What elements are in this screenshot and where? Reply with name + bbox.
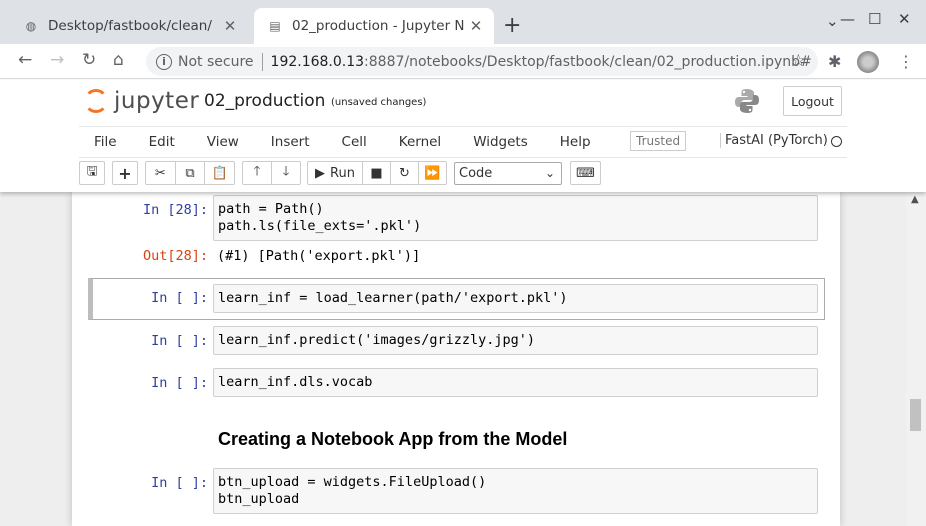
menu-cell[interactable]: Cell <box>326 134 383 150</box>
browser-tab-directory[interactable]: ◍ Desktop/fastbook/clean/ ✕ <box>10 8 248 44</box>
logout-button[interactable]: Logout <box>783 86 842 116</box>
kernel-name[interactable]: FastAI (PyTorch) <box>720 133 828 148</box>
run-label: Run <box>330 165 355 181</box>
output-prompt: Out[28]: <box>142 248 208 264</box>
play-icon: ▶ <box>315 165 326 181</box>
input-prompt: In [ ]: <box>151 475 208 491</box>
url-host: 192.168.0.13 <box>270 53 365 70</box>
code-line: path.ls(file_exts='.pkl') <box>218 218 422 234</box>
code-cell[interactable]: learn_inf.dls.vocab <box>213 368 818 397</box>
command-palette-button[interactable]: ⌨ <box>570 161 601 185</box>
tab-title: 02_production - Jupyter N <box>292 18 465 34</box>
new-tab-button[interactable]: + <box>503 13 521 38</box>
globe-icon: ◍ <box>25 19 37 33</box>
run-button[interactable]: ▶ Run <box>308 162 363 184</box>
scrollbar-thumb[interactable] <box>910 399 921 431</box>
cut-icon[interactable]: ✂ <box>146 162 176 184</box>
kernel-status-icon <box>831 136 842 147</box>
jupyter-logo[interactable]: jupyter <box>84 88 199 114</box>
cell-output: (#1) [Path('export.pkl')] <box>217 248 421 264</box>
arrow-up-icon[interactable]: 🡑 <box>243 162 272 184</box>
menu-insert[interactable]: Insert <box>255 134 326 150</box>
notebook-name[interactable]: 02_production <box>204 91 325 111</box>
chevron-down-icon: ⌄ <box>544 166 555 180</box>
jupyter-logo-icon <box>84 89 108 113</box>
paste-icon[interactable]: 📋 <box>205 162 234 184</box>
fast-forward-icon[interactable]: ⏩ <box>419 162 446 184</box>
restart-icon[interactable]: ↻ <box>391 162 419 184</box>
code-cell[interactable]: btn_upload = widgets.FileUpload() btn_up… <box>213 468 818 514</box>
markdown-heading[interactable]: Creating a Notebook App from the Model <box>218 429 567 450</box>
divider <box>261 52 263 71</box>
notebook-page: In [28]: path = Path() path.ls(file_exts… <box>72 192 840 526</box>
reload-icon[interactable]: ↻ <box>82 50 96 70</box>
cell-type-value: Code <box>459 166 493 181</box>
trusted-indicator[interactable]: Trusted <box>630 131 687 151</box>
scroll-up-icon[interactable]: ▲ <box>911 194 919 205</box>
run-control-group: ▶ Run ■ ↻ ⏩ <box>307 161 447 185</box>
back-arrow-icon[interactable]: ← <box>18 50 32 70</box>
url-path: :8887/notebooks/Desktop/fastbook/clean/0… <box>364 53 812 70</box>
keyboard-icon: ⌨ <box>576 165 595 181</box>
input-prompt: In [ ]: <box>151 290 208 306</box>
menu-edit[interactable]: Edit <box>133 134 191 150</box>
address-bar[interactable]: i Not secure 192.168.0.13 :8887/notebook… <box>146 47 818 76</box>
menu-help[interactable]: Help <box>544 134 607 150</box>
code-line: btn_upload = widgets.FileUpload() <box>218 474 487 490</box>
code-cell[interactable]: learn_inf = load_learner(path/'export.pk… <box>213 284 818 313</box>
plus-icon: + <box>118 163 132 183</box>
notebook-area: In [28]: path = Path() path.ls(file_exts… <box>0 192 906 526</box>
close-window-icon[interactable]: ✕ <box>898 10 911 28</box>
forward-arrow-icon[interactable]: → <box>50 50 64 70</box>
stop-icon[interactable]: ■ <box>363 162 391 184</box>
jupyter-wordmark: jupyter <box>114 88 200 114</box>
jupyter-header: jupyter 02_production (unsaved changes) … <box>0 80 926 192</box>
input-prompt: In [ ]: <box>151 333 208 349</box>
menu-bar: File Edit View Insert Cell Kernel Widget… <box>79 126 847 158</box>
code-line: learn_inf = load_learner(path/'export.pk… <box>218 290 568 306</box>
kebab-menu-icon[interactable]: ⋮ <box>898 52 914 71</box>
save-icon: 🖫 <box>86 164 98 179</box>
security-label[interactable]: Not secure <box>178 54 254 70</box>
code-cell[interactable]: learn_inf.predict('images/grizzly.jpg') <box>213 326 818 355</box>
profile-avatar[interactable] <box>857 51 879 73</box>
notebook-icon: ▤ <box>269 19 281 33</box>
home-icon[interactable]: ⌂ <box>113 50 124 70</box>
code-cell[interactable]: path = Path() path.ls(file_exts='.pkl') <box>213 195 818 241</box>
code-line: learn_inf.predict('images/grizzly.jpg') <box>218 332 535 348</box>
arrow-down-icon[interactable]: 🡓 <box>272 162 300 184</box>
close-tab-icon[interactable]: ✕ <box>466 17 486 35</box>
menu-view[interactable]: View <box>191 134 255 150</box>
save-button[interactable]: 🖫 <box>79 161 105 185</box>
code-line: btn_upload <box>218 491 300 507</box>
maximize-icon[interactable]: ☐ <box>868 10 881 28</box>
menu-kernel[interactable]: Kernel <box>383 134 457 150</box>
info-icon[interactable]: i <box>156 53 172 70</box>
cut-copy-paste-group: ✂ ⧉ 📋 <box>145 161 235 185</box>
browser-toolbar: ← → ↻ ⌂ i Not secure 192.168.0.13 :8887/… <box>0 44 926 79</box>
minimize-icon[interactable]: — <box>840 10 855 28</box>
python-logo-icon <box>735 89 759 113</box>
browser-tab-strip: ◍ Desktop/fastbook/clean/ ✕ ▤ 02_product… <box>0 0 926 44</box>
tab-title: Desktop/fastbook/clean/ <box>48 18 212 34</box>
input-prompt: In [ ]: <box>151 375 208 391</box>
move-cell-group: 🡑 🡓 <box>242 161 301 185</box>
extensions-puzzle-icon[interactable]: ✱ <box>828 52 841 71</box>
input-prompt: In [28]: <box>142 202 208 218</box>
menu-file[interactable]: File <box>79 134 133 150</box>
code-line: learn_inf.dls.vocab <box>218 374 373 390</box>
browser-tab-notebook[interactable]: ▤ 02_production - Jupyter N ✕ <box>254 8 494 44</box>
code-line: path = Path() <box>218 201 324 217</box>
menu-widgets[interactable]: Widgets <box>457 134 544 150</box>
close-tab-icon[interactable]: ✕ <box>220 17 240 35</box>
bookmark-star-icon[interactable]: ☆ <box>791 51 806 71</box>
chevron-down-icon[interactable]: ⌄ <box>826 12 839 30</box>
copy-icon[interactable]: ⧉ <box>176 162 206 184</box>
insert-cell-button[interactable]: + <box>112 161 138 185</box>
cell-type-select[interactable]: Code ⌄ <box>454 162 562 185</box>
save-status: (unsaved changes) <box>331 97 427 108</box>
vertical-scrollbar[interactable]: ▲ <box>906 192 926 526</box>
